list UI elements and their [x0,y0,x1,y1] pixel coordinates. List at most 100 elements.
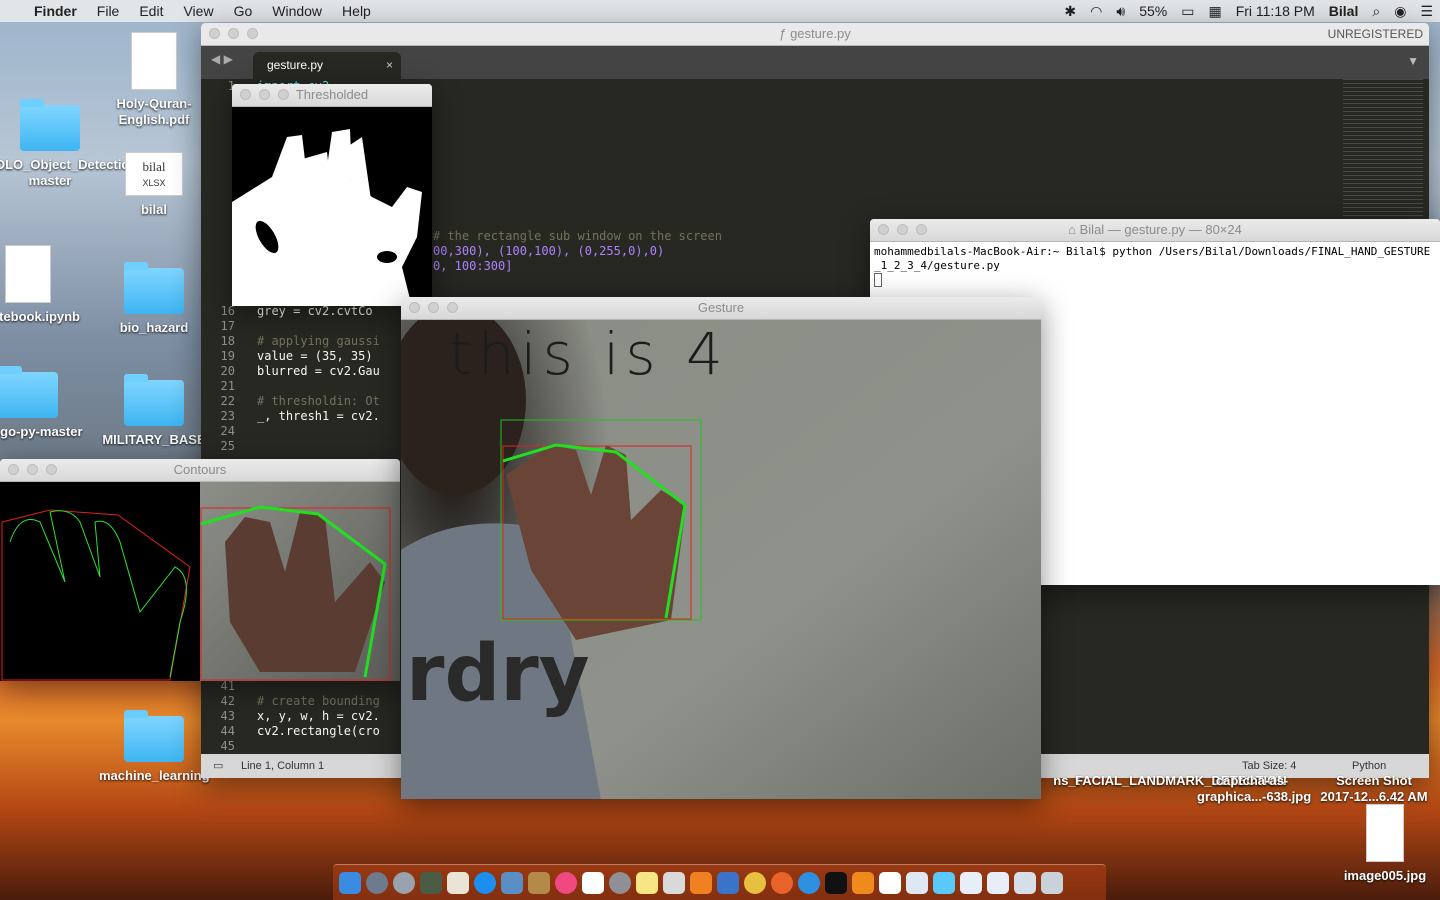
siri-dock-icon[interactable] [366,871,388,894]
wifi-icon[interactable]: ◠ [1083,3,1109,20]
zoom-button[interactable] [916,224,927,235]
minimize-button[interactable] [259,89,270,100]
safari-icon[interactable] [798,871,820,894]
code-line: 41 [220,679,235,693]
window-controls [209,28,258,39]
menu-window[interactable]: Window [262,3,332,19]
volume-icon[interactable]: 🔊︎ [1109,3,1132,20]
minimap[interactable] [1343,79,1423,229]
terminal-titlebar[interactable]: ⌂ Bilal — gesture.py — 80×24 [870,219,1440,242]
menu-view[interactable]: View [173,3,223,19]
mail-icon[interactable] [501,871,523,894]
tab-nav-arrows-icon[interactable]: ◀ ▶ [211,52,233,66]
itunes-icon[interactable] [555,871,577,894]
launchpad-icon[interactable] [393,871,415,894]
vlc-icon[interactable] [690,871,712,894]
code-line: 20 blurred = cv2.Gau [220,364,380,378]
minimize-button[interactable] [897,224,908,235]
close-button[interactable] [240,89,251,100]
photos-icon[interactable] [663,871,685,894]
desktop-icon[interactable]: ync-go-py-master [0,366,83,440]
editor-titlebar[interactable]: ƒ gesture.py UNREGISTERED [201,23,1429,46]
battery-percent[interactable]: 55% [1132,3,1174,19]
thresholded-titlebar[interactable]: Thresholded [232,84,432,107]
input-menu-icon[interactable]: ▦ [1201,3,1228,20]
close-button[interactable] [8,464,19,475]
folder-icon[interactable] [933,871,955,894]
menu-file[interactable]: File [87,3,130,19]
folder-icon [124,374,184,426]
desktop-icon[interactable]: FACIAL_LANDMARK_DETECTION [1075,773,1287,789]
app-menu[interactable]: Finder [24,3,87,19]
menu-help[interactable]: Help [332,3,381,19]
finder-icon[interactable] [339,871,361,894]
code-line: 22 # thresholdin: Ot [220,394,380,408]
clock[interactable]: Fri 11:18 PM [1229,3,1322,19]
desktop-icon[interactable]: bilal XLSX bilal [99,152,209,218]
preview-icon[interactable] [987,871,1009,894]
calendar-icon[interactable] [582,871,604,894]
desktop-icon[interactable]: OLO_Object_Detection-master [0,99,142,189]
code-line: # the rectangle sub window on the screen [433,229,722,243]
desktop-icon[interactable]: machine_learning [99,710,210,784]
minimize-button[interactable] [228,28,239,39]
close-tab-icon[interactable]: × [386,52,393,79]
close-button[interactable] [409,302,420,313]
text-edit-icon[interactable] [447,871,469,894]
trash-icon[interactable] [1041,871,1063,894]
zoom-button[interactable] [447,302,458,313]
minimize-button[interactable] [428,302,439,313]
desktop-icon[interactable]: bio_hazard [99,262,209,336]
terminal-output[interactable]: mohammedbilals-MacBook-Air:~ Bilal$ pyth… [870,242,1440,290]
downloads-icon[interactable] [1014,871,1036,894]
gesture-titlebar[interactable]: Gesture [401,297,1041,320]
xcode-icon[interactable] [717,871,739,894]
terminal-icon[interactable] [825,871,847,894]
close-button[interactable] [878,224,889,235]
contours-titlebar[interactable]: Contours [0,459,400,482]
document-icon[interactable] [879,871,901,894]
tab-gesture-py[interactable]: gesture.py × [253,52,401,79]
system-preferences-icon[interactable] [609,871,631,894]
preview-icon[interactable] [960,871,982,894]
battery-icon[interactable]: ▭ [1174,3,1201,20]
code-line: 21 [220,379,235,393]
bounding-rectangle [502,445,692,620]
document-icon[interactable] [906,871,928,894]
zoom-button[interactable] [46,464,57,475]
tab-menu-icon[interactable]: ▼ [1407,54,1419,68]
convex-hull [502,443,687,619]
app-store-icon[interactable] [474,871,496,894]
close-button[interactable] [209,28,220,39]
code-line: 24 [220,424,235,438]
console-toggle-icon[interactable]: ▭ [213,754,223,778]
notification-center-icon[interactable]: ☰ [1413,3,1440,20]
user-menu[interactable]: Bilal [1322,3,1366,19]
siri-icon[interactable]: ◉ [1387,3,1413,20]
sublime-text-icon[interactable] [852,871,874,894]
python-file-icon: ƒ [779,26,787,41]
desktop-icon[interactable]: MILITARY_BASE [99,374,209,448]
spotlight-icon[interactable]: ⌕ [1365,3,1387,20]
desktop-icon[interactable]: captcha-as-graphica...-638.jpg [1197,773,1311,805]
mission-control-icon[interactable] [420,871,442,894]
menu-edit[interactable]: Edit [129,3,173,19]
stickies-icon[interactable] [636,871,658,894]
chrome-icon[interactable] [744,871,766,894]
desktop-icon[interactable]: ns_t [1020,773,1080,789]
bluetooth-icon[interactable]: ✱ [1057,3,1083,20]
terminal-cursor [874,273,882,287]
menu-go[interactable]: Go [224,3,263,19]
firefox-icon[interactable] [771,871,793,894]
minimize-button[interactable] [27,464,38,475]
code-line: 18 # applying gaussi [220,334,380,348]
desktop-icon[interactable]: image005.jpg [1330,804,1440,884]
desktop-icon[interactable]: enotebook.ipynb [0,245,83,325]
desktop-icon[interactable]: Screen Shot 2017-12...6.42 AM [1319,773,1429,805]
desktop-icon[interactable]: Holy-Quran-English.pdf [99,32,209,128]
zoom-button[interactable] [278,89,289,100]
zoom-button[interactable] [247,28,258,39]
xlsx-document-icon: bilal XLSX [125,152,183,196]
notes-icon[interactable] [528,871,550,894]
gesture-window: Gesture rdry this is 4 [401,297,1041,799]
